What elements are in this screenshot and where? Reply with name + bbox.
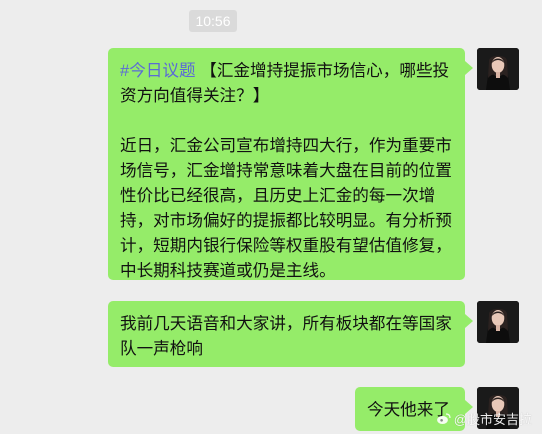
message-body: 近日，汇金公司宣布增持四大行，作为重要市场信号，汇金增持常意味着大盘在目前的位置… <box>120 136 452 280</box>
topic-tag-link[interactable]: #今日议题 <box>120 61 196 80</box>
message-bubble[interactable]: 我前几天语音和大家讲，所有板块都在等国家队一声枪响 <box>108 301 473 367</box>
message-bubble[interactable]: 今天他来了 <box>355 387 473 431</box>
person-avatar-icon <box>477 301 519 343</box>
person-avatar-icon <box>477 387 519 429</box>
message-row-2: 我前几天语音和大家讲，所有板块都在等国家队一声枪响 <box>108 301 519 367</box>
avatar[interactable] <box>477 301 519 343</box>
message-row-1: #今日议题 【汇金增持提振市场信心，哪些投资方向值得关注？】 近日，汇金公司宣布… <box>108 48 519 280</box>
message-text: 今天他来了 <box>367 400 450 419</box>
chat-window: 10:56 #今日议题 【汇金增持提振市场信心，哪些投资方向值得关注？】 近日，… <box>0 0 542 434</box>
person-avatar-icon <box>477 48 519 90</box>
avatar[interactable] <box>477 48 519 90</box>
message-timestamp: 10:56 <box>189 10 237 32</box>
avatar[interactable] <box>477 387 519 429</box>
message-row-3: 今天他来了 <box>355 387 519 431</box>
message-bubble[interactable]: #今日议题 【汇金增持提振市场信心，哪些投资方向值得关注？】 近日，汇金公司宣布… <box>108 48 473 280</box>
message-text: 我前几天语音和大家讲，所有板块都在等国家队一声枪响 <box>120 314 452 358</box>
